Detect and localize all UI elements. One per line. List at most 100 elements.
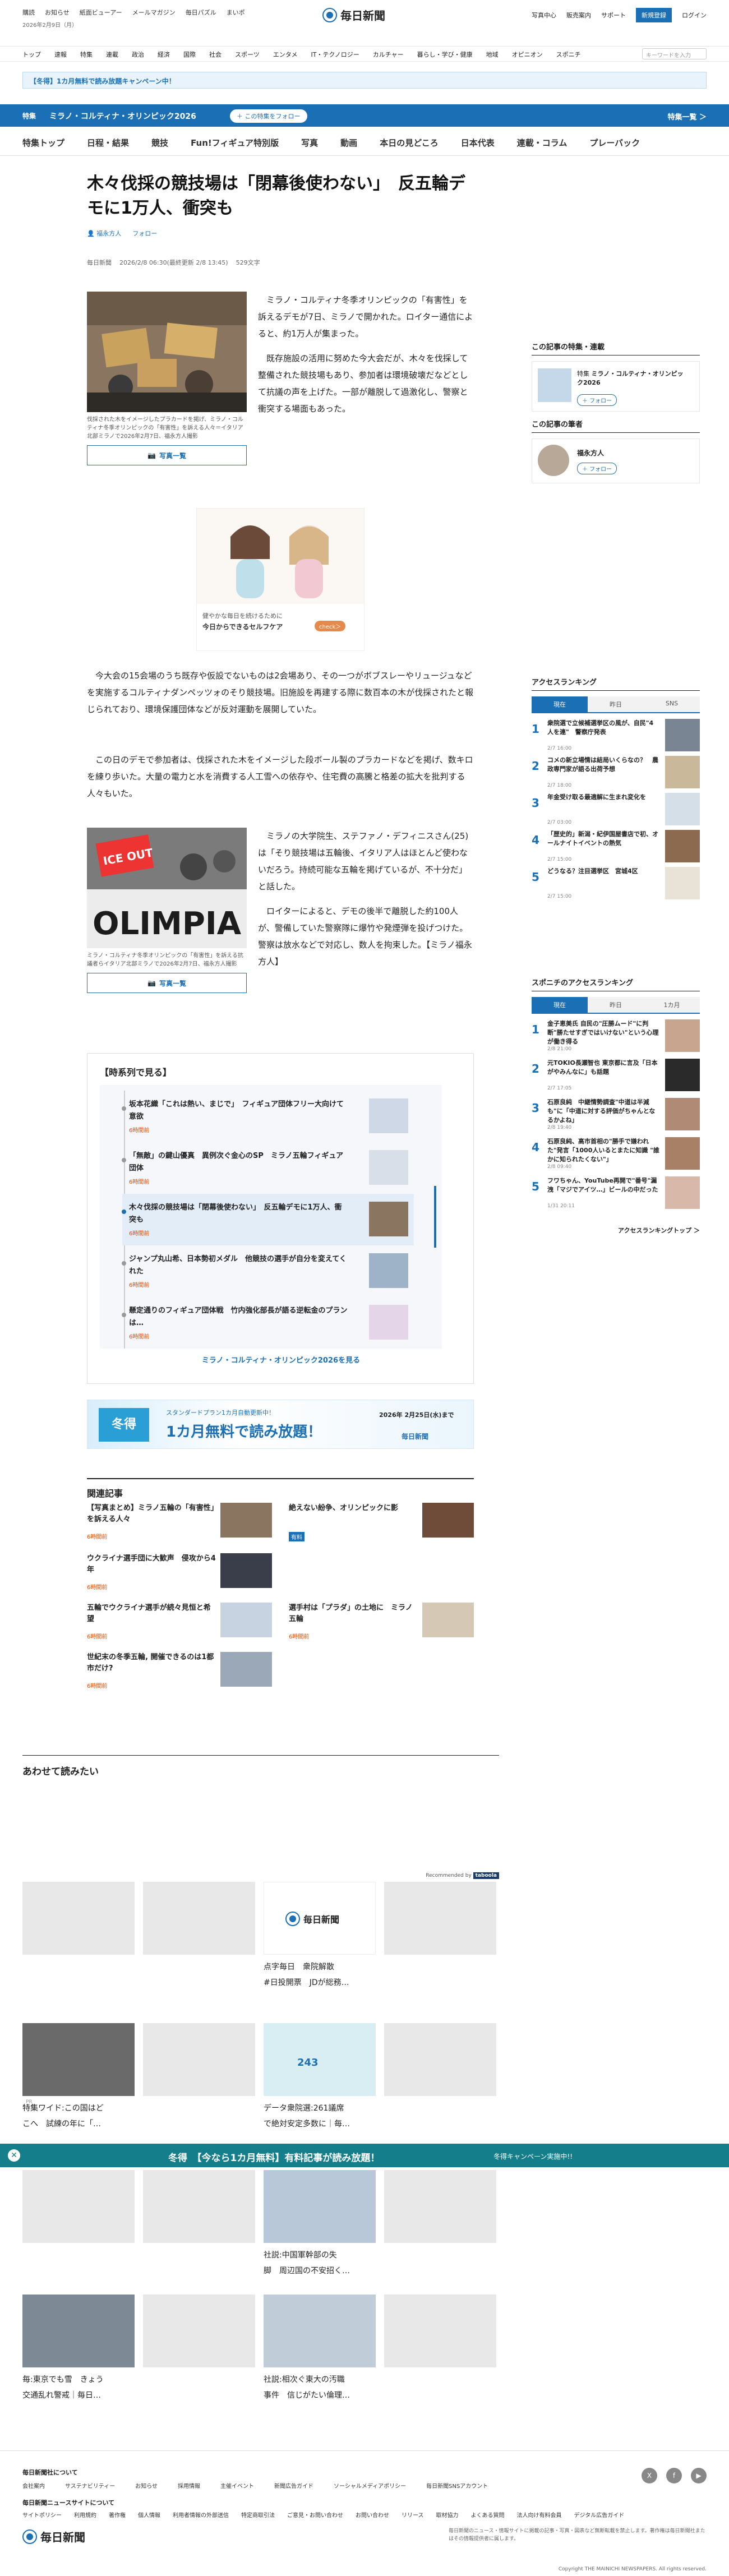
footer-site-link-7[interactable]: お問い合わせ (356, 2510, 389, 2519)
nav-item-14[interactable]: オピニオン (512, 50, 543, 59)
footer-about-link-5[interactable]: 新聞広告ガイド (274, 2481, 313, 2490)
close-icon[interactable]: ✕ (8, 2149, 20, 2162)
nav-item-0[interactable]: トップ (22, 50, 41, 59)
sidebar-tokushu-follow-button[interactable]: ＋ フォロー (577, 394, 617, 406)
related-item[interactable]: 絶えない紛争、オリンピックに影 有料 (289, 1503, 474, 1542)
nav-item-9[interactable]: エンタメ (273, 50, 298, 59)
login-link[interactable]: ログイン (682, 11, 707, 20)
footer-about-link-1[interactable]: サステナビリティー (65, 2481, 115, 2490)
tab-spon-yesterday[interactable]: 昨日 (588, 997, 644, 1013)
sponichi-item[interactable]: 3 石原良純 中継情勢調査"中道は半減も"に「中道に対する評価がちゃんとなるかよね… (532, 1098, 700, 1132)
footer-about-link-3[interactable]: 採用情報 (178, 2481, 200, 2490)
tab-spon-month[interactable]: 1カ月 (644, 997, 700, 1013)
nav-item-7[interactable]: 社会 (209, 50, 222, 59)
site-logo[interactable]: 毎日新聞 (322, 7, 385, 23)
nav-item-13[interactable]: 地域 (486, 50, 499, 59)
link-maipo[interactable]: まいポ (227, 8, 245, 17)
timeline-item-current[interactable]: 木々伐採の競技場は「閉幕後使わない」 反五輪デモに1万人、衝突も 6時間前 (122, 1194, 414, 1245)
footer-site-link-1[interactable]: 利用規約 (74, 2510, 96, 2519)
timeline-scrollbar[interactable] (434, 1186, 436, 1248)
ranking-item[interactable]: 3 年金受け取る最適解に生まれ変化を 2/7 03:00 (532, 793, 700, 827)
footer-site-link-9[interactable]: 取材協力 (436, 2510, 459, 2519)
subnav-item-1[interactable]: 日程・結果 (87, 137, 129, 149)
rec-card-placeholder[interactable] (143, 1882, 255, 1955)
timeline-item[interactable]: ジャンプ丸山希、日本勢初メダル 他競技の選手が自分を変えてくれた 6時間前 (122, 1245, 414, 1297)
nav-item-1[interactable]: 速報 (54, 50, 67, 59)
nav-item-10[interactable]: IT・テクノロジー (311, 50, 359, 59)
rec-card-placeholder[interactable] (143, 2023, 255, 2096)
sponichi-item[interactable]: 5 フワちゃん、YouTube再開で"番号"漏洩「マジでアイツ…」ビールの中だった… (532, 1176, 700, 1210)
rec-card-logo[interactable]: 毎日新聞 (264, 1882, 376, 1955)
rec-card-placeholder[interactable] (384, 1882, 496, 1955)
ad-selfcare[interactable]: 健やかな毎日を続けるために 今日からできるセルフケア check＞ (196, 508, 364, 651)
photo-list-button-2[interactable]: 📷 写真一覧 (87, 973, 247, 993)
subnav-item-9[interactable]: プレーバック (589, 137, 640, 149)
tokushu-title[interactable]: ミラノ・コルティナ・オリンピック2026 (49, 110, 196, 122)
tab-sns[interactable]: SNS (644, 696, 700, 712)
subnav-item-0[interactable]: 特集トップ (22, 137, 64, 149)
link-puzzle[interactable]: 毎日パズル (186, 8, 216, 17)
footer-site-link-8[interactable]: リリース (402, 2510, 424, 2519)
ad-cta-button[interactable]: check＞ (315, 621, 346, 631)
nav-item-4[interactable]: 政治 (132, 50, 144, 59)
subnav-item-8[interactable]: 連載・コラム (517, 137, 567, 149)
link-viewer[interactable]: 紙面ビューアー (80, 8, 122, 17)
x-icon[interactable]: X (642, 2468, 657, 2483)
link-photo[interactable]: 写真中心 (532, 11, 556, 20)
campaign-banner[interactable]: 【冬得】1カ月無料で読み放題キャンペーン中！ (22, 72, 707, 89)
rec-card-image[interactable] (264, 2295, 376, 2367)
timeline-item[interactable]: 「無敵」の鍵山優真 異例次ぐ金心のSP ミラノ五輪フィギュア団体 6時間前 (122, 1142, 414, 1194)
footer-about-link-0[interactable]: 会社案内 (22, 2481, 45, 2490)
rec-card-image[interactable] (22, 2295, 135, 2367)
rec-card-image[interactable] (264, 2170, 376, 2243)
related-item[interactable]: 世紀末の冬季五輪, 開催できるのは1都市だけ? 6時間前 (87, 1652, 272, 1691)
subnav-item-3[interactable]: Fun!フィギュア特別版 (191, 137, 279, 149)
rec-card-placeholder[interactable] (384, 2023, 496, 2096)
youtube-icon[interactable]: ▶ (691, 2468, 707, 2483)
article-photo-1[interactable] (87, 292, 247, 412)
rec-card-title[interactable]: 特集ワイド:この国はど こへ 試練の年に「… (22, 2100, 135, 2132)
rec-card-title[interactable]: 点字毎日 衆院解散 #日投開票 JDが総務… (264, 1959, 376, 1991)
rec-card-placeholder[interactable] (384, 2170, 496, 2243)
rec-card-title[interactable]: 社説:相次ぐ東大の汚職 事件 信じがたい倫理… (264, 2372, 376, 2403)
rec-card-title[interactable]: 社説:中国軍幹部の失 脚 周辺国の不安招く… (264, 2247, 376, 2279)
subnav-item-7[interactable]: 日本代表 (461, 137, 495, 149)
nav-item-2[interactable]: 特集 (80, 50, 93, 59)
footer-about-link-6[interactable]: ソーシャルメディアポリシー (334, 2481, 406, 2490)
photo-list-button-1[interactable]: 📷 写真一覧 (87, 445, 247, 465)
nav-item-12[interactable]: 暮らし・学び・健康 (417, 50, 473, 59)
tab-spon-now[interactable]: 現在 (532, 997, 588, 1013)
rec-card-image[interactable]: 243 (264, 2023, 376, 2096)
nav-item-3[interactable]: 連載 (106, 50, 118, 59)
footer-site-link-2[interactable]: 著作権 (109, 2510, 126, 2519)
link-kodoku[interactable]: 購読 (22, 8, 35, 17)
nav-item-8[interactable]: スポーツ (235, 50, 260, 59)
sidebar-author-name[interactable]: 福永方人 (577, 448, 604, 458)
tab-now[interactable]: 現在 (532, 696, 588, 712)
link-hanbai[interactable]: 販売案内 (566, 11, 591, 20)
ranking-item[interactable]: 5 どうなる？注目選挙区 宮城4区 2/7 15:00 (532, 867, 700, 901)
link-oshirase[interactable]: お知らせ (45, 8, 70, 17)
related-item[interactable]: 選手村は「プラダ」の土地に ミラノ五輪 6時間前 (289, 1603, 474, 1642)
footer-site-link-10[interactable]: よくある質問 (471, 2510, 505, 2519)
sidebar-tokushu-title[interactable]: ミラノ・コルティナ・オリンピック2026 (577, 370, 684, 386)
fuyutoku-banner[interactable]: 冬得 スタンダードプラン1カ月自動更新中！ 1カ月無料で読み放題！ 2026年 … (87, 1400, 474, 1449)
related-item[interactable]: ウクライナ選手団に大歓声 侵攻から4年 6時間前 (87, 1553, 272, 1592)
sponichi-item[interactable]: 4 石原良純、高市首相の"勝手で嫌われた"発言「1000人いるとまたに知識 "誰か… (532, 1137, 700, 1171)
related-item[interactable]: 五輪でウクライナ選手が続々見恒と希望 6時間前 (87, 1603, 272, 1642)
rec-card-placeholder[interactable] (22, 1882, 135, 1955)
nav-item-15[interactable]: スポニチ (556, 50, 581, 59)
rec-card-image[interactable]: PR (22, 2023, 135, 2105)
article-photo-2[interactable]: OLIMPIA ICE OUT (87, 828, 247, 948)
rec-card-placeholder[interactable] (22, 2170, 135, 2243)
related-item[interactable]: 【写真まとめ】ミラノ五輪の「有害性」を訴える人々 6時間前 (87, 1503, 272, 1542)
rec-card-placeholder[interactable] (143, 2295, 255, 2367)
rec-card-title[interactable]: 毎:東京でも雪 きょう 交通乱れ警戒｜毎日… (22, 2372, 135, 2403)
footer-about-link-4[interactable]: 主催イベント (220, 2481, 254, 2490)
footer-about-link-7[interactable]: 毎日新聞SNSアカウント (426, 2481, 488, 2490)
footer-site-link-3[interactable]: 個人情報 (138, 2510, 160, 2519)
footer-site-link-5[interactable]: 特定商取引法 (241, 2510, 275, 2519)
floating-campaign-bar[interactable]: ✕ 冬得 【今なら1カ月無料】有料記事が読み放題！ 冬得キャンペーン実施中!! (0, 2144, 729, 2167)
ranking-item[interactable]: 4 「歴史的」新潟・紀伊国屋書店で初、オールナイトイベントの熱気 2/7 15:00 (532, 830, 700, 864)
nav-item-5[interactable]: 経済 (158, 50, 170, 59)
